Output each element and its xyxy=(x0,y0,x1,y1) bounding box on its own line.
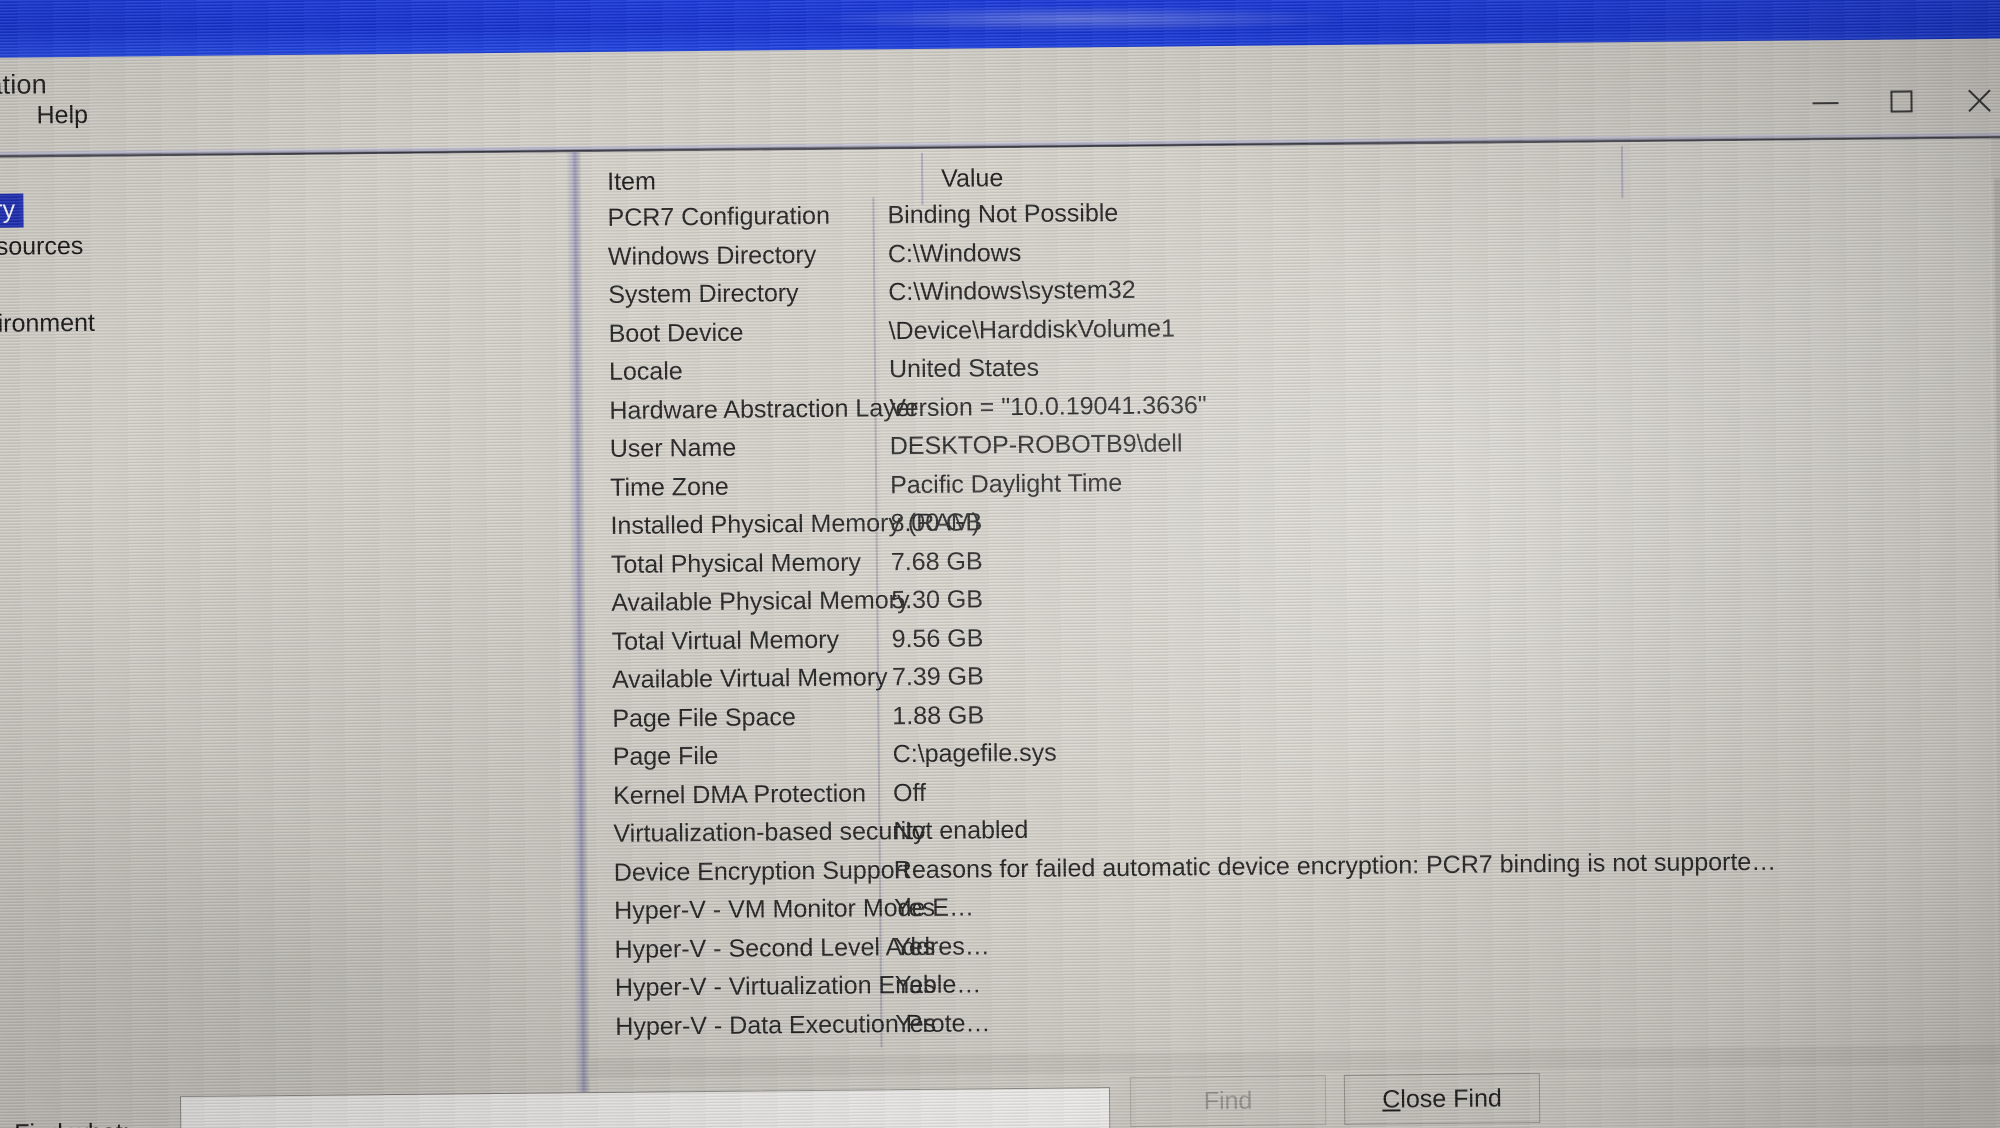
close-find-label: lose Find xyxy=(1400,1083,1502,1113)
menu-item-help[interactable]: Help xyxy=(36,101,88,130)
row-item-label: Device Encryption Support xyxy=(613,855,910,887)
scrollbar-thumb[interactable] xyxy=(1994,178,2000,599)
row-value: 7.68 GB xyxy=(890,546,983,576)
row-value: Yes xyxy=(895,1009,937,1038)
find-label-suffix: hat: xyxy=(88,1119,130,1128)
tree-item-system-summary[interactable]: mary xyxy=(0,193,24,229)
window-title: ormation xyxy=(0,69,48,101)
row-item-label: Windows Directory xyxy=(607,240,817,271)
column-header-item[interactable]: Item xyxy=(607,167,656,196)
find-label-prefix: Find xyxy=(14,1119,70,1128)
row-item-label: Total Physical Memory xyxy=(610,548,862,579)
row-value: 9.56 GB xyxy=(891,623,984,653)
row-item-label: PCR7 Configuration xyxy=(607,201,831,232)
row-item-label: Total Virtual Memory xyxy=(611,625,840,656)
row-value: Reasons for failed automatic device encr… xyxy=(893,847,1777,884)
row-value: Pacific Daylight Time xyxy=(890,468,1123,499)
row-value: Off xyxy=(892,778,927,807)
row-item-label: Kernel DMA Protection xyxy=(612,778,867,810)
row-value: Yes xyxy=(894,893,936,923)
row-value: 7.39 GB xyxy=(891,662,984,692)
detail-rows: PCR7 Configuration Binding Not Possible Wi… xyxy=(581,186,2000,1047)
row-value: Yes xyxy=(894,970,936,1000)
row-value: 1.88 GB xyxy=(892,700,985,730)
find-what-label: Find what: xyxy=(14,1119,130,1128)
tree-item-hardware-resources[interactable]: Resources xyxy=(0,232,83,262)
system-information-window: ormation ew Help mary Resources nts Envi… xyxy=(0,38,2000,1128)
screen-photograph: ormation ew Help mary Resources nts Envi… xyxy=(0,0,2000,1128)
scroll-up-arrow-icon[interactable]: ▲ xyxy=(1991,138,2000,172)
row-item-label: Time Zone xyxy=(610,472,729,502)
row-item-label: Boot Device xyxy=(608,318,744,348)
detail-pane: Item Value PCR7 Configuration Binding Not… xyxy=(580,138,2000,1093)
row-value: 8.00 GB xyxy=(890,508,983,538)
row-value: C:\pagefile.sys xyxy=(892,738,1057,769)
row-item-label: Available Virtual Memory xyxy=(611,663,888,694)
find-label-mnemonic: w xyxy=(70,1119,88,1128)
row-value: United States xyxy=(888,353,1040,384)
row-value: 5.30 GB xyxy=(891,585,984,615)
row-value: \Device\HarddiskVolume1 xyxy=(888,313,1176,345)
tree-item-software-environment[interactable]: Environment xyxy=(0,309,95,339)
row-value: Yes xyxy=(894,932,936,961)
row-value: C:\Windows\system32 xyxy=(888,275,1136,307)
navigation-tree[interactable]: mary Resources nts Environment xyxy=(0,152,574,1098)
row-value: Not enabled xyxy=(893,815,1029,846)
close-find-button[interactable]: Close Find xyxy=(1343,1073,1541,1125)
row-value: Binding Not Possible xyxy=(887,199,1119,230)
row-value: Version = "10.0.19041.3636" xyxy=(889,390,1207,422)
close-find-mnemonic: C xyxy=(1382,1084,1401,1114)
row-item-label: Available Physical Memory xyxy=(611,586,910,617)
row-value: C:\Windows xyxy=(887,238,1022,268)
column-header-value[interactable]: Value xyxy=(941,164,1003,194)
row-item-label: Virtualization-based security xyxy=(613,816,926,848)
row-item-label: Page File xyxy=(612,741,719,771)
row-item-label: Hardware Abstraction Layer xyxy=(609,393,919,425)
find-button[interactable]: Find xyxy=(1129,1075,1327,1127)
row-item-label: Locale xyxy=(608,357,683,386)
row-item-label: Page File Space xyxy=(612,702,796,733)
row-item-label: User Name xyxy=(609,433,737,463)
find-button-label: Find xyxy=(1203,1086,1253,1115)
row-item-label: System Directory xyxy=(608,279,799,309)
row-value: DESKTOP-ROBOTB9\dell xyxy=(889,429,1183,461)
